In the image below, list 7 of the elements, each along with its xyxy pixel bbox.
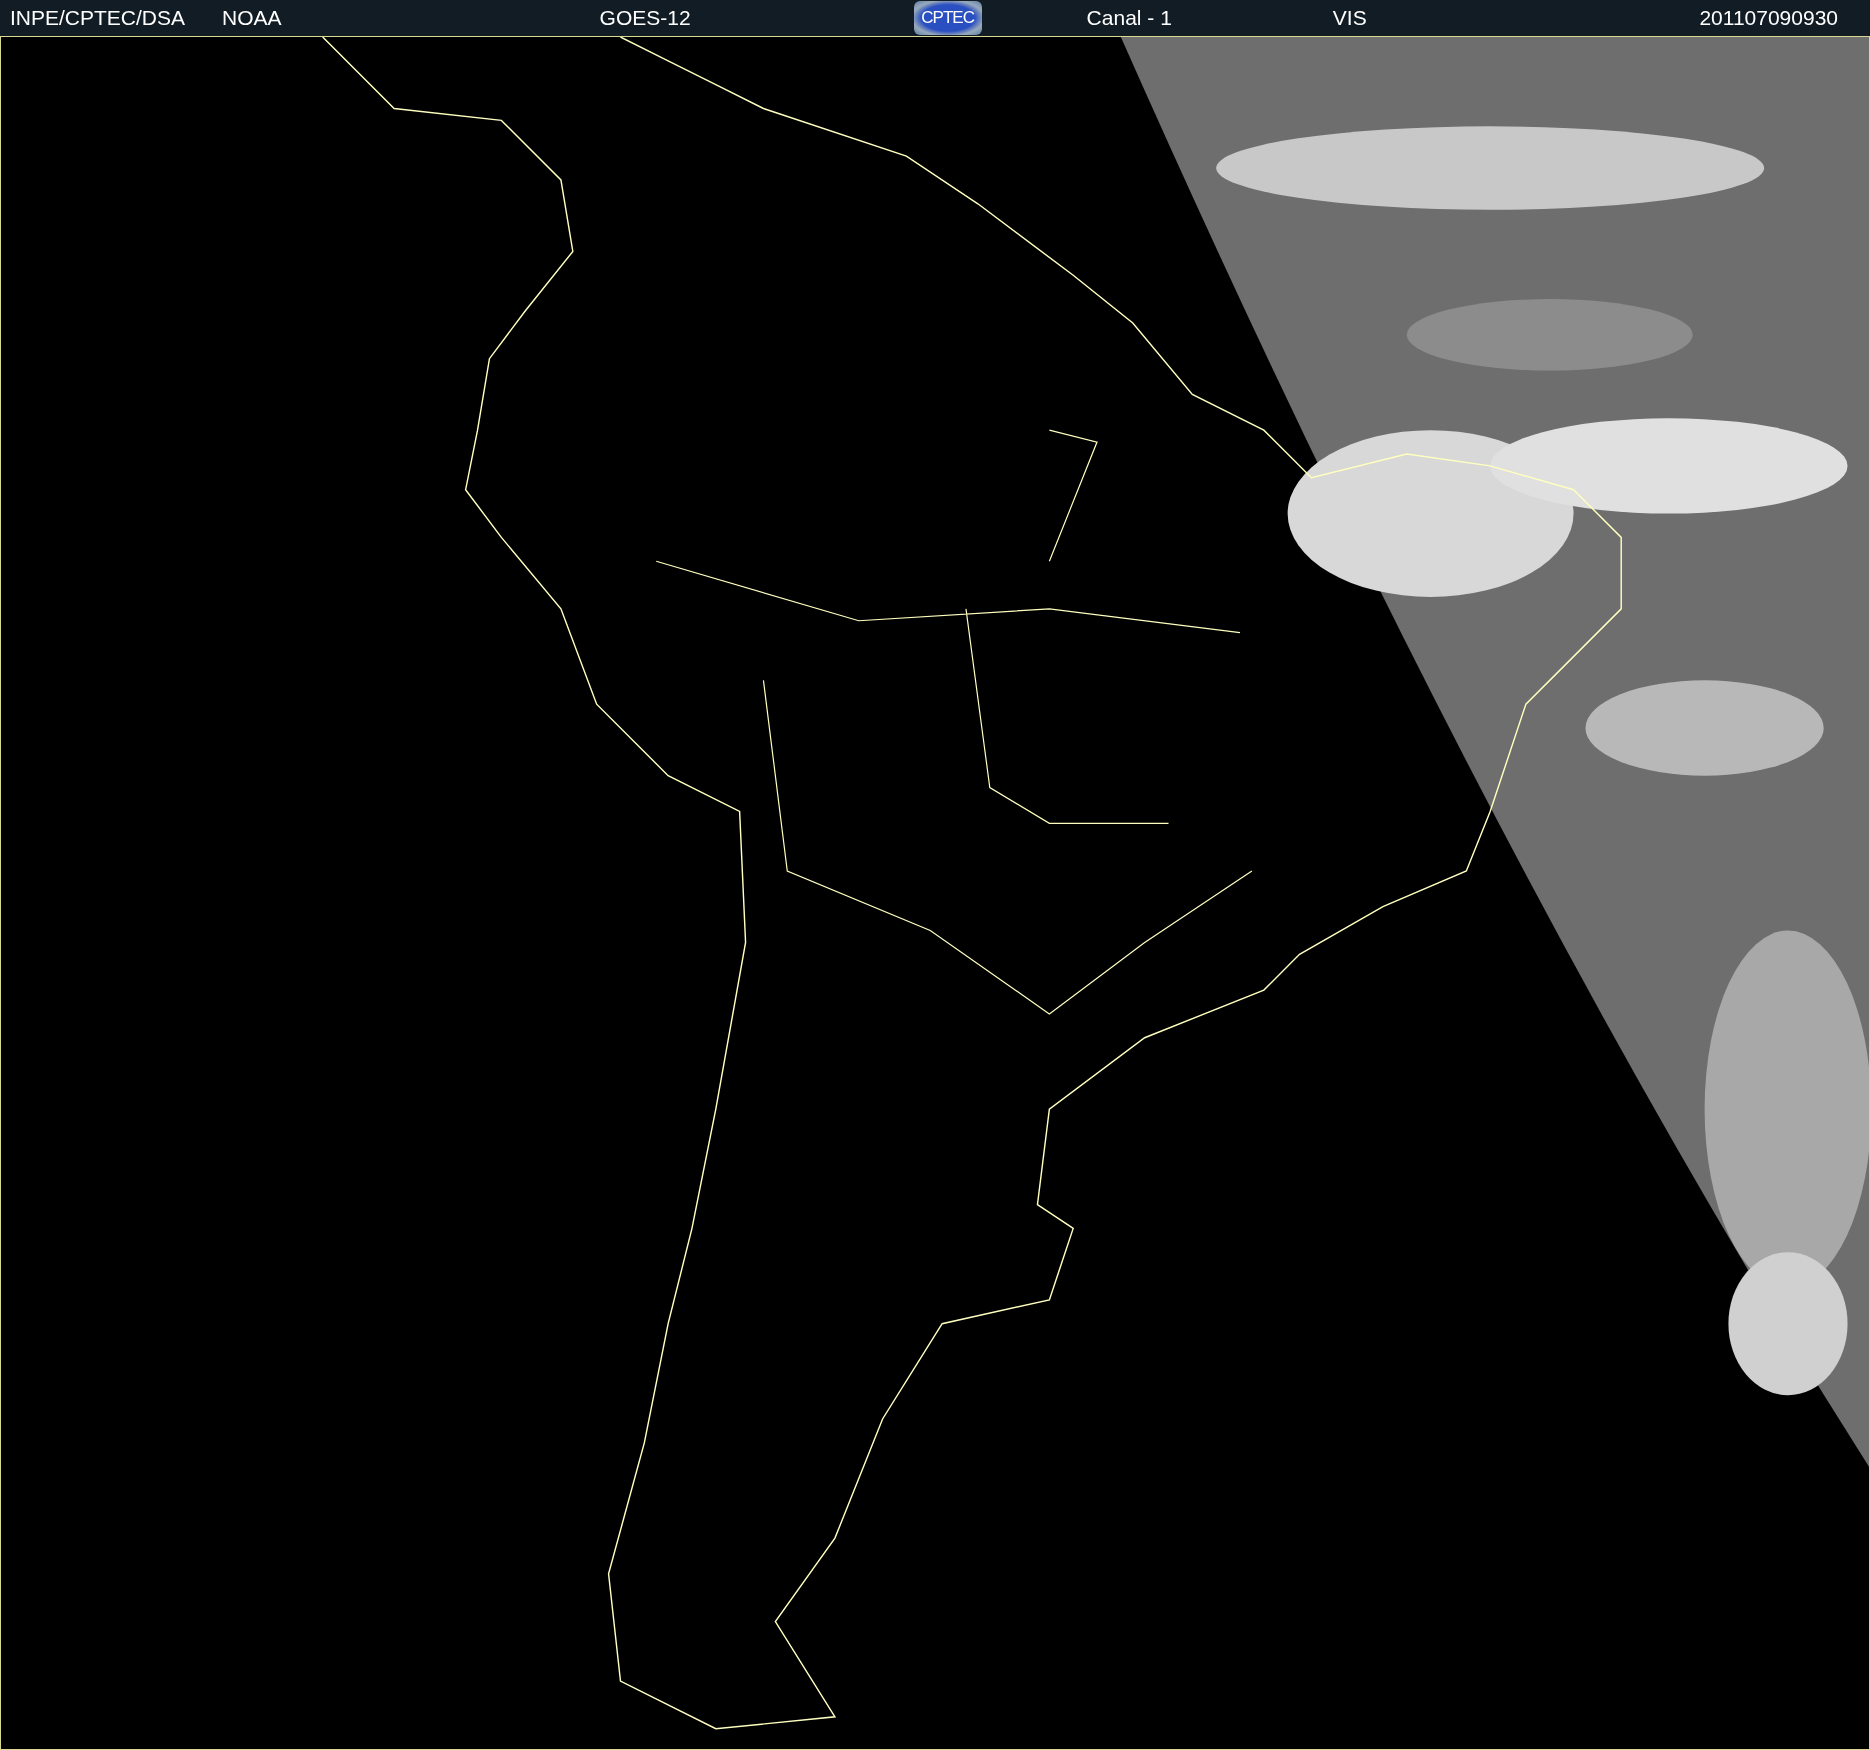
logo: CPTEC — [913, 1, 982, 35]
satellite-label: GOES-12 — [599, 6, 691, 30]
source-label: INPE/CPTEC/DSA — [10, 6, 186, 30]
channel-label: Canal - 1 — [1086, 6, 1172, 30]
agency-label: NOAA — [222, 6, 282, 30]
timestamp-label: 201107090930 — [1699, 6, 1838, 30]
band-label: VIS — [1332, 6, 1367, 30]
